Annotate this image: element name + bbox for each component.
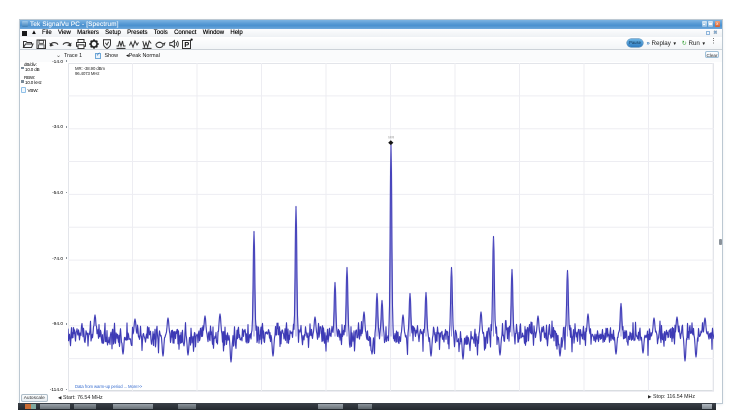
svg-text:MR: MR xyxy=(388,135,394,139)
svg-text:P: P xyxy=(184,40,189,49)
